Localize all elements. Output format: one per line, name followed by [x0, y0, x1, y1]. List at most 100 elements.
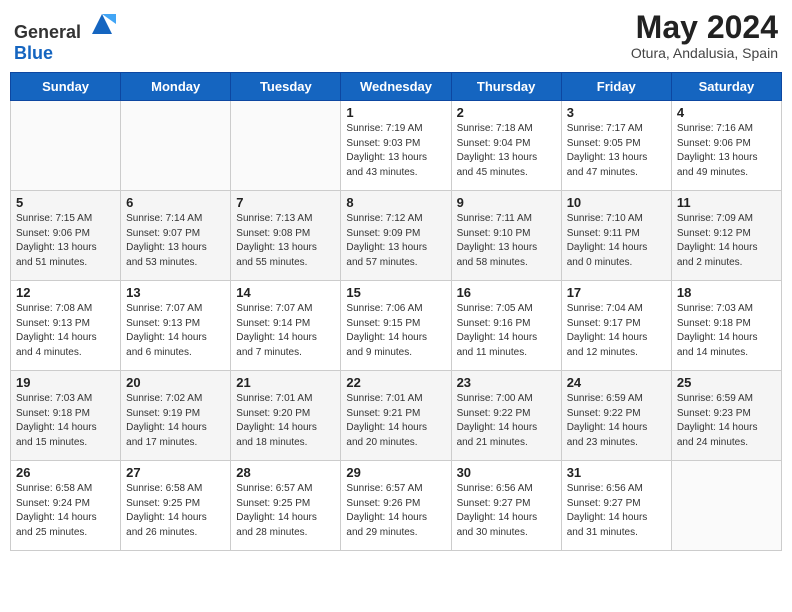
- calendar-week-4: 19 Sunrise: 7:03 AMSunset: 9:18 PMDayligh…: [11, 371, 782, 461]
- day-number: 28: [236, 465, 335, 480]
- day-info: Sunrise: 7:16 AMSunset: 9:06 PMDaylight:…: [677, 122, 776, 180]
- day-info: Sunrise: 6:57 AMSunset: 9:25 PMDaylight:…: [236, 482, 335, 540]
- calendar-cell: 18Sunrise: 7:03 AMSunset: 9:18 PMDayligh…: [671, 281, 781, 371]
- day-number: 23: [457, 375, 556, 390]
- day-number: 7: [236, 195, 335, 210]
- day-info: Sunrise: 7:17 AMSunset: 9:05 PMDaylight:…: [567, 122, 666, 180]
- day-info: Sunrise: 6:57 AMSunset: 9:26 PMDaylight:…: [346, 482, 445, 540]
- day-info: Sunrise: 7:15 AMSunset: 9:06 PMDaylight:…: [16, 212, 115, 270]
- day-number: 12: [16, 285, 115, 300]
- calendar-cell: 29 Sunrise: 6:57 AMSunset: 9:26 PMDayligh…: [341, 461, 451, 551]
- day-info: Sunrise: 7:09 AMSunset: 9:12 PMDaylight:…: [677, 212, 776, 270]
- logo: General Blue: [14, 10, 116, 64]
- calendar-cell: 8 Sunrise: 7:12 AMSunset: 9:09 PMDaylight…: [341, 191, 451, 281]
- calendar-cell: 26 Sunrise: 6:58 AMSunset: 9:24 PMDayligh…: [11, 461, 121, 551]
- day-number: 17: [567, 285, 666, 300]
- calendar-cell: [121, 101, 231, 191]
- calendar-week-3: 12Sunrise: 7:08 AMSunset: 9:13 PMDayligh…: [11, 281, 782, 371]
- day-number: 2: [457, 105, 556, 120]
- weekday-header-tuesday: Tuesday: [231, 73, 341, 101]
- calendar-cell: 23 Sunrise: 7:00 AMSunset: 9:22 PMDayligh…: [451, 371, 561, 461]
- day-number: 4: [677, 105, 776, 120]
- calendar-cell: 31Sunrise: 6:56 AMSunset: 9:27 PMDayligh…: [561, 461, 671, 551]
- day-number: 25: [677, 375, 776, 390]
- calendar-cell: 16Sunrise: 7:05 AMSunset: 9:16 PMDayligh…: [451, 281, 561, 371]
- day-number: 22: [346, 375, 445, 390]
- day-number: 27: [126, 465, 225, 480]
- day-info: Sunrise: 7:07 AMSunset: 9:14 PMDaylight:…: [236, 302, 335, 360]
- calendar-cell: 30 Sunrise: 6:56 AMSunset: 9:27 PMDayligh…: [451, 461, 561, 551]
- day-number: 6: [126, 195, 225, 210]
- day-number: 31: [567, 465, 666, 480]
- calendar-cell: 14 Sunrise: 7:07 AMSunset: 9:14 PMDayligh…: [231, 281, 341, 371]
- month-year-title: May 2024: [631, 10, 778, 45]
- day-number: 8: [346, 195, 445, 210]
- calendar-cell: 20Sunrise: 7:02 AMSunset: 9:19 PMDayligh…: [121, 371, 231, 461]
- day-info: Sunrise: 7:01 AMSunset: 9:21 PMDaylight:…: [346, 392, 445, 450]
- calendar-cell: 4 Sunrise: 7:16 AMSunset: 9:06 PMDaylight…: [671, 101, 781, 191]
- day-number: 9: [457, 195, 556, 210]
- weekday-header-monday: Monday: [121, 73, 231, 101]
- day-number: 18: [677, 285, 776, 300]
- calendar-cell: 9 Sunrise: 7:11 AMSunset: 9:10 PMDaylight…: [451, 191, 561, 281]
- day-info: Sunrise: 6:59 AMSunset: 9:22 PMDaylight:…: [567, 392, 666, 450]
- calendar-cell: 17 Sunrise: 7:04 AMSunset: 9:17 PMDayligh…: [561, 281, 671, 371]
- day-info: Sunrise: 7:06 AMSunset: 9:15 PMDaylight:…: [346, 302, 445, 360]
- calendar-week-1: 1 Sunrise: 7:19 AMSunset: 9:03 PMDaylight…: [11, 101, 782, 191]
- day-info: Sunrise: 6:58 AMSunset: 9:24 PMDaylight:…: [16, 482, 115, 540]
- calendar-cell: 3 Sunrise: 7:17 AMSunset: 9:05 PMDaylight…: [561, 101, 671, 191]
- day-number: 19: [16, 375, 115, 390]
- day-number: 11: [677, 195, 776, 210]
- day-info: Sunrise: 7:10 AMSunset: 9:11 PMDaylight:…: [567, 212, 666, 270]
- day-number: 21: [236, 375, 335, 390]
- calendar-cell: [11, 101, 121, 191]
- day-number: 29: [346, 465, 445, 480]
- day-info: Sunrise: 6:58 AMSunset: 9:25 PMDaylight:…: [126, 482, 225, 540]
- day-number: 14: [236, 285, 335, 300]
- calendar-cell: 15Sunrise: 7:06 AMSunset: 9:15 PMDayligh…: [341, 281, 451, 371]
- day-info: Sunrise: 7:19 AMSunset: 9:03 PMDaylight:…: [346, 122, 445, 180]
- day-info: Sunrise: 6:56 AMSunset: 9:27 PMDaylight:…: [457, 482, 556, 540]
- calendar-week-5: 26 Sunrise: 6:58 AMSunset: 9:24 PMDayligh…: [11, 461, 782, 551]
- weekday-header-thursday: Thursday: [451, 73, 561, 101]
- weekday-header-friday: Friday: [561, 73, 671, 101]
- calendar-week-2: 5 Sunrise: 7:15 AMSunset: 9:06 PMDaylight…: [11, 191, 782, 281]
- day-number: 13: [126, 285, 225, 300]
- day-number: 10: [567, 195, 666, 210]
- day-info: Sunrise: 7:14 AMSunset: 9:07 PMDaylight:…: [126, 212, 225, 270]
- logo-icon: [88, 10, 116, 38]
- weekday-header-saturday: Saturday: [671, 73, 781, 101]
- logo-blue: Blue: [14, 43, 53, 63]
- weekday-header-sunday: Sunday: [11, 73, 121, 101]
- day-info: Sunrise: 7:07 AMSunset: 9:13 PMDaylight:…: [126, 302, 225, 360]
- calendar-cell: 22 Sunrise: 7:01 AMSunset: 9:21 PMDayligh…: [341, 371, 451, 461]
- page-header: General Blue May 2024 Otura, Andalusia, …: [10, 10, 782, 64]
- day-number: 24: [567, 375, 666, 390]
- day-info: Sunrise: 7:03 AMSunset: 9:18 PMDaylight:…: [16, 392, 115, 450]
- calendar-cell: 5 Sunrise: 7:15 AMSunset: 9:06 PMDaylight…: [11, 191, 121, 281]
- calendar-cell: 28 Sunrise: 6:57 AMSunset: 9:25 PMDayligh…: [231, 461, 341, 551]
- day-number: 20: [126, 375, 225, 390]
- calendar-cell: 2Sunrise: 7:18 AMSunset: 9:04 PMDaylight…: [451, 101, 561, 191]
- calendar-cell: 12Sunrise: 7:08 AMSunset: 9:13 PMDayligh…: [11, 281, 121, 371]
- calendar-cell: 7 Sunrise: 7:13 AMSunset: 9:08 PMDaylight…: [231, 191, 341, 281]
- day-info: Sunrise: 7:04 AMSunset: 9:17 PMDaylight:…: [567, 302, 666, 360]
- day-number: 3: [567, 105, 666, 120]
- day-info: Sunrise: 7:01 AMSunset: 9:20 PMDaylight:…: [236, 392, 335, 450]
- logo-general: General: [14, 22, 81, 42]
- day-info: Sunrise: 7:00 AMSunset: 9:22 PMDaylight:…: [457, 392, 556, 450]
- day-info: Sunrise: 7:13 AMSunset: 9:08 PMDaylight:…: [236, 212, 335, 270]
- day-number: 26: [16, 465, 115, 480]
- day-info: Sunrise: 7:12 AMSunset: 9:09 PMDaylight:…: [346, 212, 445, 270]
- day-info: Sunrise: 6:59 AMSunset: 9:23 PMDaylight:…: [677, 392, 776, 450]
- day-number: 5: [16, 195, 115, 210]
- day-info: Sunrise: 7:05 AMSunset: 9:16 PMDaylight:…: [457, 302, 556, 360]
- calendar-cell: 10 Sunrise: 7:10 AMSunset: 9:11 PMDayligh…: [561, 191, 671, 281]
- calendar-cell: [231, 101, 341, 191]
- calendar-cell: 19 Sunrise: 7:03 AMSunset: 9:18 PMDayligh…: [11, 371, 121, 461]
- day-number: 30: [457, 465, 556, 480]
- location-subtitle: Otura, Andalusia, Spain: [631, 45, 778, 61]
- calendar-header: SundayMondayTuesdayWednesdayThursdayFrid…: [11, 73, 782, 101]
- day-number: 1: [346, 105, 445, 120]
- day-info: Sunrise: 7:11 AMSunset: 9:10 PMDaylight:…: [457, 212, 556, 270]
